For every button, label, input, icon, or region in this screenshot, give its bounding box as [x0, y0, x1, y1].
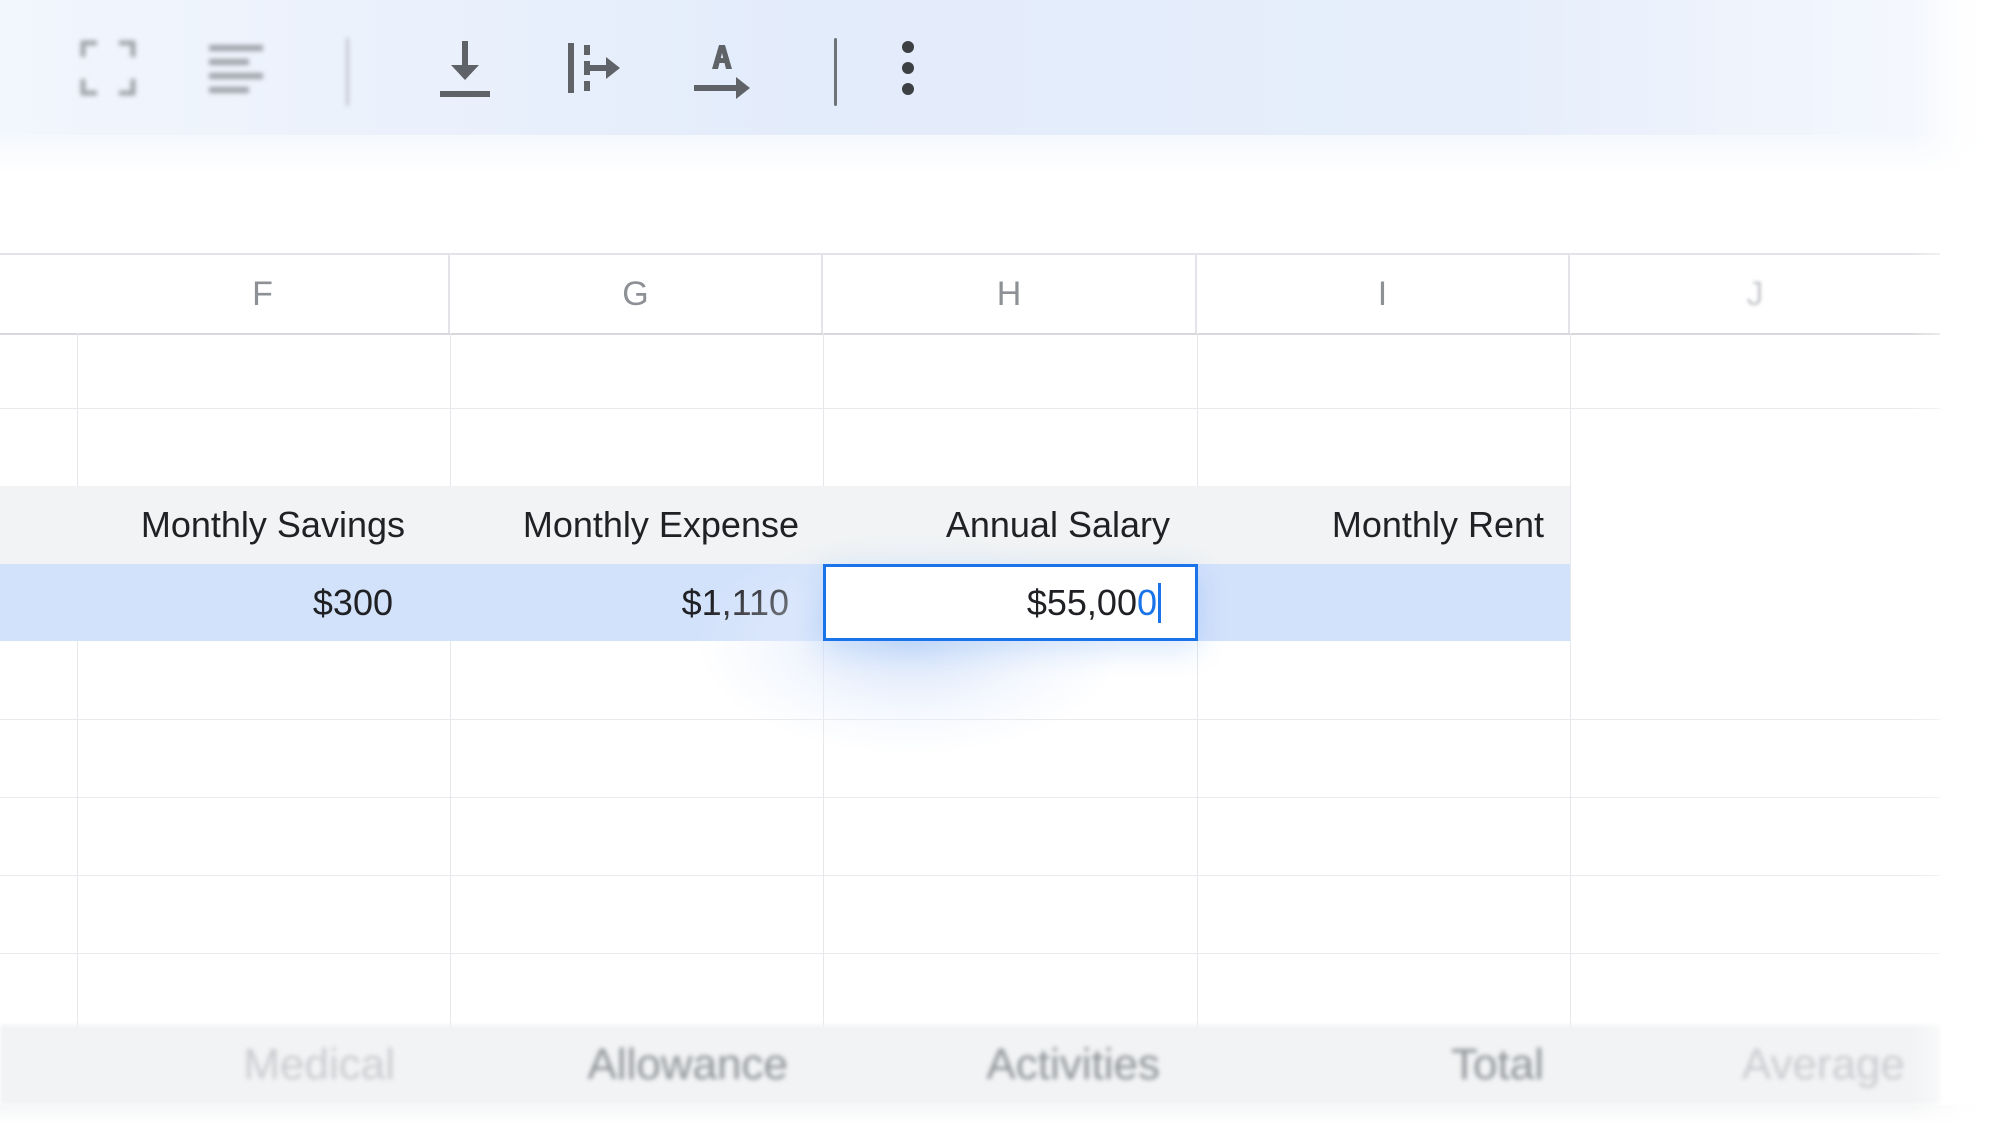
blurred-label-row: Medical Allowance Activities Total Avera…	[0, 1025, 1940, 1105]
column-header-f[interactable]: F	[77, 255, 450, 333]
spreadsheet-grid: F G H I J Monthly Savings Monthly Expens…	[0, 253, 2000, 1125]
cell-f-bottom-label[interactable]: Medical	[0, 1025, 395, 1105]
cell-i-label[interactable]: Monthly Rent	[1197, 486, 1544, 564]
text-cursor	[1158, 582, 1161, 623]
column-header-h[interactable]: H	[823, 255, 1197, 333]
column-header-row: F G H I J	[0, 253, 1940, 335]
cell-h-value-text: $55,00	[1026, 581, 1137, 623]
right-edge-fade	[1910, 0, 2000, 1125]
cell-h-value-typed-char: 0	[1136, 581, 1157, 623]
align-left-icon[interactable]	[198, 30, 274, 106]
toolbar-separator	[834, 38, 837, 106]
toolbar-shadow	[0, 135, 2000, 175]
cell-i-bottom-label[interactable]: Total	[1197, 1025, 1544, 1105]
toolbar	[0, 0, 2000, 135]
column-header-i[interactable]: I	[1197, 255, 1570, 333]
bottom-fade	[0, 1105, 2000, 1125]
grid-line	[1570, 333, 1571, 1033]
active-cell-h-editing[interactable]: $55,00 0	[823, 564, 1198, 641]
cell-j-bottom-label[interactable]: Average	[1570, 1025, 1905, 1105]
cell-g-bottom-label[interactable]: Allowance	[450, 1025, 788, 1105]
cell-g-label[interactable]: Monthly Expense	[450, 486, 799, 564]
grid-line	[0, 953, 1940, 954]
cell-f-value[interactable]: $300	[0, 564, 393, 641]
grid-line	[450, 333, 451, 1033]
grid-line	[0, 408, 1940, 409]
more-vert-icon[interactable]	[870, 30, 946, 106]
grid-line	[1197, 333, 1198, 1033]
header-label-row: Monthly Savings Monthly Expense Annual S…	[0, 486, 1570, 564]
cell-f-label[interactable]: Monthly Savings	[0, 486, 405, 564]
column-header-j[interactable]: J	[1570, 255, 1940, 333]
wrap-text-icon[interactable]	[555, 30, 631, 106]
grid-line	[77, 333, 78, 1033]
column-header-g[interactable]: G	[450, 255, 823, 333]
fullscreen-icon[interactable]	[70, 30, 146, 106]
grid-line	[0, 797, 1940, 798]
grid-line	[0, 875, 1940, 876]
cell-h-bottom-label[interactable]: Activities	[823, 1025, 1160, 1105]
cell-i-value[interactable]	[1197, 564, 1570, 641]
text-rotation-icon[interactable]	[683, 30, 759, 106]
toolbar-separator	[346, 38, 349, 106]
download-icon[interactable]	[427, 30, 503, 106]
